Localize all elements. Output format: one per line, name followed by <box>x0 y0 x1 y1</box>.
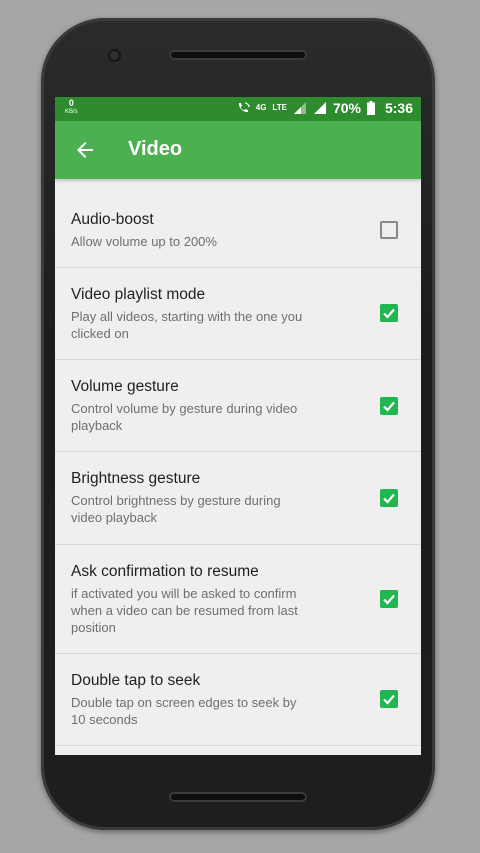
setting-ask-confirmation-resume[interactable]: Ask confirmation to resume if activated … <box>55 545 421 654</box>
setting-video-playlist-mode[interactable]: Video playlist mode Play all videos, sta… <box>55 268 421 360</box>
signal-icon-sim1 <box>293 102 306 114</box>
call-wifi-icon <box>238 102 250 113</box>
brightness-gesture-checkbox[interactable] <box>380 489 398 507</box>
signal-icon-sim2 <box>313 102 326 114</box>
battery-icon <box>366 101 375 115</box>
setting-subtitle: Double tap on screen edges to seek by 10… <box>71 695 297 727</box>
volume-gesture-checkbox[interactable] <box>380 397 398 415</box>
setting-title: Audio-boost <box>71 211 154 228</box>
check-icon <box>383 694 395 705</box>
network-lte-label: LTE <box>272 103 287 112</box>
bottom-speaker <box>169 792 307 802</box>
network-speed: 0 KB/s <box>65 99 78 117</box>
top-speaker <box>169 50 307 60</box>
setting-subtitle: Allow volume up to 200% <box>71 234 217 249</box>
setting-title: Double tap to seek <box>71 672 201 689</box>
setting-title: Ask confirmation to resume <box>71 563 259 580</box>
status-bar: 0 KB/s 4G LTE 70% 5:36 <box>55 97 421 121</box>
speed-value: 0 <box>68 98 74 108</box>
screen: 0 KB/s 4G LTE 70% 5:36 Video Audio-boost… <box>55 97 421 755</box>
status-icons: 4G LTE 70% 5:36 <box>236 100 413 116</box>
video-playlist-checkbox[interactable] <box>380 304 398 322</box>
setting-subtitle: Play all videos, starting with the one y… <box>71 309 303 341</box>
speed-unit: KB/s <box>65 109 78 115</box>
arrow-back-icon <box>77 142 93 158</box>
check-icon <box>383 594 395 605</box>
page-title: Video <box>128 138 183 160</box>
setting-subtitle: Control brightness by gesture during vid… <box>71 493 281 525</box>
check-icon <box>383 493 395 504</box>
battery-percent: 70% <box>332 100 361 116</box>
setting-double-tap-seek[interactable]: Double tap to seek Double tap on screen … <box>55 654 421 746</box>
check-icon <box>383 401 395 412</box>
setting-title: Volume gesture <box>71 378 179 395</box>
double-tap-checkbox[interactable] <box>380 690 398 708</box>
network-type: 4G <box>256 104 267 112</box>
check-icon <box>383 308 395 319</box>
network-4g-label: 4G <box>255 103 267 112</box>
setting-brightness-gesture[interactable]: Brightness gesture Control brightness by… <box>55 452 421 545</box>
setting-subtitle: if activated you will be asked to confir… <box>71 586 298 635</box>
settings-list: Audio-boost Allow volume up to 200% Vide… <box>55 179 421 746</box>
app-bar: Video <box>55 121 421 179</box>
setting-title: Video playlist mode <box>71 286 206 303</box>
audio-boost-checkbox[interactable] <box>380 221 398 239</box>
ask-confirmation-checkbox[interactable] <box>380 590 398 608</box>
setting-audio-boost[interactable]: Audio-boost Allow volume up to 200% <box>55 179 421 268</box>
back-button[interactable] <box>73 138 97 162</box>
clock: 5:36 <box>384 100 413 116</box>
setting-volume-gesture[interactable]: Volume gesture Control volume by gesture… <box>55 360 421 452</box>
setting-subtitle: Control volume by gesture during video p… <box>71 401 298 433</box>
front-camera <box>110 51 119 60</box>
setting-title: Brightness gesture <box>71 470 201 487</box>
